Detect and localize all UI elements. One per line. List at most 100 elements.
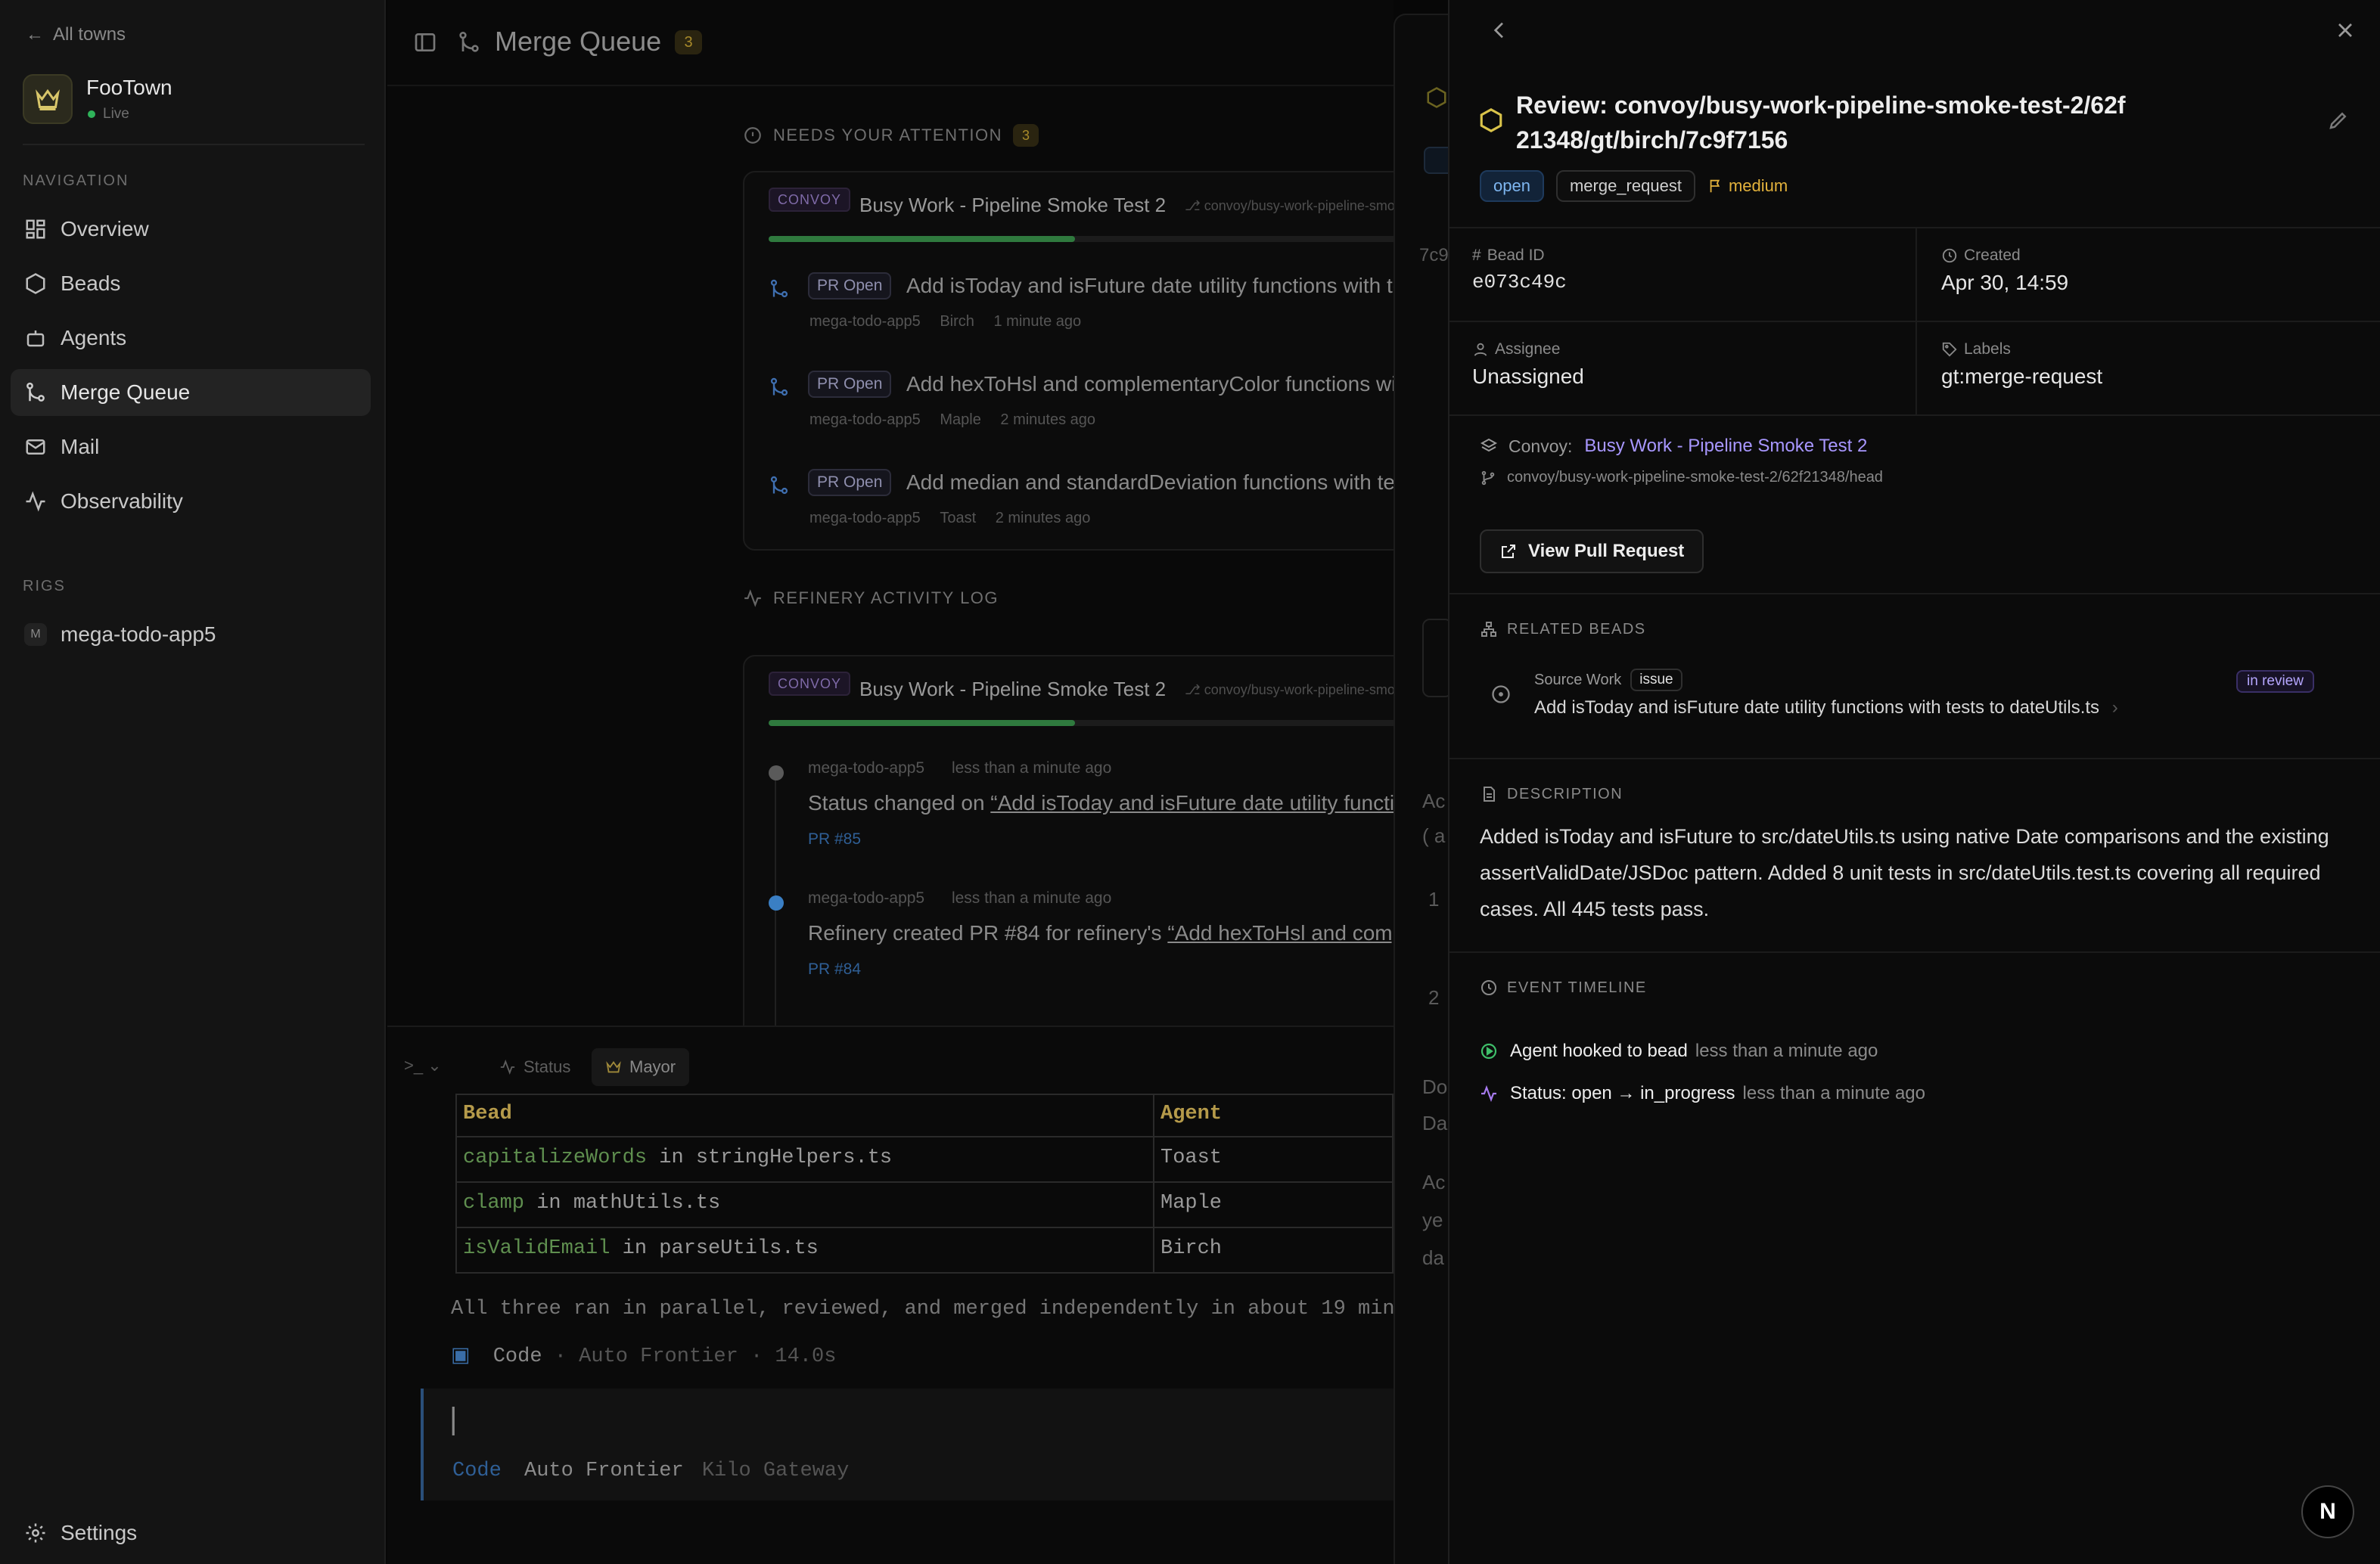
view-pull-request-button[interactable]: View Pull Request: [1480, 529, 1704, 573]
convoy-row: Convoy: Busy Work - Pipeline Smoke Test …: [1480, 436, 1867, 457]
convoy-link[interactable]: Busy Work - Pipeline Smoke Test 2: [1584, 436, 1867, 457]
bead-id-value: e073c49c: [1472, 271, 1567, 293]
text-fragment: 7c9: [1419, 245, 1449, 265]
branch-row: convoy/busy-work-pipeline-smoke-test-2/6…: [1480, 469, 1883, 486]
timeline-event: Agent hooked to bead less than a minute …: [1480, 1041, 1878, 1062]
bot-icon: [26, 330, 45, 347]
divider: [1449, 951, 2380, 953]
main-content: Merge Queue 3 NEEDS YOUR ATTENTION 3 CON…: [387, 0, 1394, 1564]
clock-icon: [1481, 980, 1496, 995]
table-header: Agent: [1160, 1103, 1223, 1125]
table-cell: capitalizeWords in stringHelpers.ts: [457, 1137, 1154, 1181]
pr-open-badge: PR Open: [808, 371, 892, 398]
event-text: Refinery created PR #84 for refinery's “…: [808, 921, 1394, 945]
timeline-event: Status: open → in_progress less than a m…: [1480, 1083, 1925, 1104]
text-fragment: ( a: [1422, 824, 1446, 847]
git-pull-request-icon: [770, 279, 788, 298]
terminal-panel: >_ ⌄ Status Mayor Bead Agent capitalizeW…: [387, 1026, 1394, 1564]
convoy-branch: ⎇ convoy/busy-work-pipeline-smoke-test-2: [1185, 682, 1394, 697]
town-status: Live: [88, 106, 129, 123]
next-devtools-button[interactable]: N: [2301, 1485, 2354, 1538]
nav-item-observability[interactable]: Observability: [11, 478, 371, 525]
attention-item[interactable]: PR Open Add isToday and isFuture date ut…: [744, 271, 1394, 354]
table-cell: isValidEmail in parseUtils.ts: [457, 1228, 1154, 1272]
created-value: Apr 30, 14:59: [1941, 271, 2069, 294]
related-bead-item[interactable]: Source Work issue Add isToday and isFutu…: [1480, 656, 2357, 732]
prompt-cursor: ▏: [452, 1409, 471, 1437]
created-field: Created Apr 30, 14:59: [1941, 247, 2069, 294]
terminal-table: Bead Agent capitalizeWords in stringHelp…: [455, 1094, 1394, 1274]
rig-item[interactable]: M mega-todo-app5: [11, 611, 371, 658]
hexagon-icon: [1427, 87, 1446, 108]
convoy-progress-fill: [769, 720, 1075, 726]
crown-icon: [606, 1061, 621, 1073]
divider: [23, 144, 365, 145]
town-name: FooTown: [86, 76, 172, 99]
table-row: clamp in mathUtils.ts Maple: [455, 1183, 1394, 1228]
rig-initial-avatar: M: [24, 623, 47, 646]
convoy-branch: ⎇ convoy/busy-work-pipeline-smoke-test-2: [1185, 198, 1394, 213]
file-text-icon: [1484, 787, 1495, 802]
table-cell: Birch: [1160, 1237, 1223, 1260]
activity-convoy-card: CONVOY Busy Work - Pipeline Smoke Test 2…: [743, 655, 1394, 1088]
activity-icon: [500, 1060, 515, 1075]
activity-icon: [1481, 1085, 1496, 1103]
convoy-badge: CONVOY: [769, 672, 851, 696]
nav-item-agents[interactable]: Agents: [11, 315, 371, 362]
attention-item[interactable]: PR Open Add median and standardDeviation…: [744, 467, 1394, 551]
grid-icon: [26, 219, 45, 239]
circle-dot-icon: [1492, 685, 1510, 703]
pr-title: Add isToday and isFuture date utility fu…: [906, 274, 1394, 297]
sidebar: ← All towns FooTown Live NAVIGATION Over…: [0, 0, 386, 1564]
pr-link[interactable]: PR #85: [808, 830, 861, 849]
settings-link[interactable]: Settings: [11, 1510, 371, 1556]
priority-tag: medium: [1707, 176, 1788, 196]
pr-link[interactable]: PR #84: [808, 960, 861, 979]
tab-status[interactable]: Status: [486, 1048, 584, 1086]
labels-value: gt:merge-request: [1941, 365, 2103, 388]
chevron-right-icon: ›: [2111, 697, 2118, 718]
activity-icon: [744, 589, 761, 607]
git-merge-icon: [459, 32, 479, 52]
chevron-left-icon[interactable]: [1487, 18, 1512, 42]
status-badge: in review: [2236, 670, 2314, 693]
table-header-row: Bead Agent: [455, 1094, 1394, 1137]
table-cell: Toast: [1160, 1147, 1223, 1169]
close-icon[interactable]: [2333, 18, 2357, 42]
text-fragment: Do: [1422, 1075, 1448, 1098]
terminal-toggle-icon[interactable]: >_ ⌄: [404, 1056, 442, 1075]
assignee-field: Assignee Unassigned: [1472, 340, 1584, 388]
pencil-icon[interactable]: [2327, 109, 2350, 132]
bead-id-field: # Bead ID e073c49c: [1472, 247, 1567, 293]
pr-meta: mega-todo-app5 Maple 2 minutes ago: [809, 411, 1096, 428]
text-fragment: Ac: [1422, 1171, 1446, 1193]
tab-mayor[interactable]: Mayor: [592, 1048, 690, 1086]
divider: [1449, 593, 2380, 594]
table-row: capitalizeWords in stringHelpers.ts Toas…: [455, 1137, 1394, 1183]
nav-item-merge-queue[interactable]: Merge Queue: [11, 369, 371, 416]
convoy-progress-track: [769, 720, 1394, 726]
type-tag: merge_request: [1555, 170, 1695, 202]
sidebar-toggle-icon[interactable]: [413, 30, 437, 54]
rigs-section-title: RIGS: [23, 578, 66, 594]
nav-item-beads[interactable]: Beads: [11, 260, 371, 307]
attention-item[interactable]: PR Open Add hexToHsl and complementaryCo…: [744, 369, 1394, 452]
issue-tag: issue: [1630, 669, 1682, 691]
event-bead-link[interactable]: “Add isToday and isFuture date utility f…: [990, 791, 1394, 815]
activity-icon: [26, 491, 45, 512]
activity-section-title: REFINERY ACTIVITY LOG: [743, 588, 999, 608]
text-fragment: ye: [1422, 1209, 1443, 1231]
code-mode-icon: ▣: [451, 1345, 471, 1368]
event-timeline-title: EVENT TIMELINE: [1480, 979, 1647, 997]
pr-open-badge: PR Open: [808, 469, 892, 496]
back-to-towns-link[interactable]: ← All towns: [26, 24, 126, 45]
convoy-name: Busy Work - Pipeline Smoke Test 2: [859, 678, 1167, 700]
event-bead-link[interactable]: “Add hexToHsl and complementaryColor: [1167, 921, 1394, 945]
pr-title: Add median and standardDeviation functio…: [906, 470, 1394, 494]
git-merge-icon: [26, 382, 45, 402]
prompt-input[interactable]: ▏ Code Auto Frontier Kilo Gateway: [421, 1389, 1394, 1500]
external-link-icon: [1502, 545, 1515, 558]
nav-item-overview[interactable]: Overview: [11, 206, 371, 253]
nav-item-mail[interactable]: Mail: [11, 424, 371, 470]
status-tag: open: [1480, 170, 1544, 202]
